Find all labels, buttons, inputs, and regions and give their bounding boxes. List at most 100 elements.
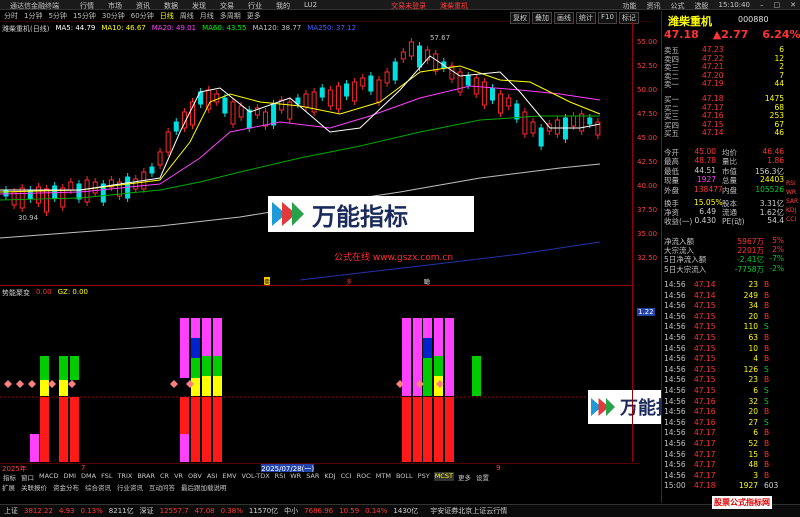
menu-item[interactable]: 功能 bbox=[623, 1, 637, 11]
indicator-tab[interactable]: KDJ bbox=[323, 472, 336, 481]
side-tab[interactable]: SAR bbox=[786, 198, 800, 205]
period-item[interactable]: 分时 bbox=[4, 11, 18, 21]
menu-item[interactable]: 选股 bbox=[695, 1, 709, 11]
tick-row[interactable]: 15:00 47.18 1927 603 bbox=[664, 481, 784, 490]
tick-row[interactable]: 14:56 47.16 27 S bbox=[664, 418, 784, 427]
tick-row[interactable]: 14:56 47.15 4 B bbox=[664, 354, 784, 363]
indicator-tab[interactable]: 指标 bbox=[2, 472, 17, 482]
minimize-icon[interactable]: – bbox=[760, 1, 764, 11]
bottom-tab[interactable]: 最后跟加载说明 bbox=[181, 482, 227, 492]
tick-row[interactable]: 14:56 47.15 34 B bbox=[664, 301, 784, 310]
ask-row[interactable]: 卖一 47.19 44 bbox=[664, 79, 784, 89]
menu-item[interactable]: 交易 bbox=[220, 1, 234, 11]
stock-tab[interactable]: 潍柴重机 bbox=[440, 1, 468, 11]
indicator-tab[interactable]: FSL bbox=[100, 472, 113, 481]
menu-item[interactable]: LU2 bbox=[304, 1, 317, 11]
indicator-tab-selected[interactable]: MCST bbox=[433, 472, 454, 481]
indicator-tab[interactable]: BRAR bbox=[136, 472, 156, 481]
menu-item[interactable]: 我的 bbox=[276, 1, 290, 11]
period-item[interactable]: 多周期 bbox=[220, 11, 241, 21]
tick-row[interactable]: 14:56 47.15 6 S bbox=[664, 386, 784, 395]
indicator-tab[interactable]: DMI bbox=[62, 472, 77, 481]
tick-row[interactable]: 14:56 47.15 23 B bbox=[664, 375, 784, 384]
indicator-tab[interactable]: OBV bbox=[187, 472, 203, 481]
indicator-tab[interactable]: 更多 bbox=[457, 472, 472, 482]
bottom-tab[interactable]: 互动问答 bbox=[149, 482, 175, 492]
indicator-tab[interactable]: MACD bbox=[38, 472, 59, 481]
indicator-tab[interactable]: ASI bbox=[206, 472, 219, 481]
tick-row[interactable]: 14:56 47.14 249 B bbox=[664, 291, 784, 300]
indicator-tab[interactable]: CCI bbox=[340, 472, 353, 481]
indicator-tab[interactable]: 窗口 bbox=[20, 472, 35, 482]
bottom-tab[interactable]: 扩展 bbox=[2, 482, 15, 492]
tick-row[interactable]: 14:56 47.16 32 S bbox=[664, 397, 784, 406]
indicator-tab[interactable]: VR bbox=[173, 472, 184, 481]
menu-item[interactable]: 发现 bbox=[192, 1, 206, 11]
tool-button[interactable]: 复权 bbox=[510, 12, 530, 24]
tick-row[interactable]: 14:56 47.17 15 B bbox=[664, 450, 784, 459]
side-tab[interactable]: RSI bbox=[786, 180, 800, 187]
login-alert[interactable]: 交易未登录 bbox=[391, 1, 426, 11]
tool-button[interactable]: 画线 bbox=[554, 12, 574, 24]
side-tab[interactable]: WR bbox=[786, 189, 800, 196]
tick-row[interactable]: 14:56 47.17 48 B bbox=[664, 460, 784, 469]
bottom-tab[interactable]: 关联报价 bbox=[21, 482, 47, 492]
indicator-tab[interactable]: BOLL bbox=[395, 472, 414, 481]
tool-button[interactable]: F10 bbox=[598, 12, 617, 24]
menu-item[interactable]: 资讯 bbox=[136, 1, 150, 11]
indicator-tab[interactable]: TRIX bbox=[116, 472, 133, 481]
indicator-tab[interactable]: EMV bbox=[221, 472, 237, 481]
bid-row[interactable]: 买五 47.14 46 bbox=[664, 128, 784, 138]
indicator-tab[interactable]: SAR bbox=[305, 472, 320, 481]
tick-row[interactable]: 14:56 47.15 110 S bbox=[664, 322, 784, 331]
tick-row[interactable]: 14:56 47.15 126 S bbox=[664, 365, 784, 374]
indicator-tab[interactable]: PSY bbox=[417, 472, 431, 481]
tool-button[interactable]: 统计 bbox=[576, 12, 596, 24]
menu-item[interactable]: 资讯 bbox=[647, 1, 661, 11]
tick-row[interactable]: 14:56 47.14 23 B bbox=[664, 280, 784, 289]
period-item[interactable]: 月线 bbox=[200, 11, 214, 21]
menu-item[interactable]: 行情 bbox=[80, 1, 94, 11]
tick-row[interactable]: 14:56 47.17 6 B bbox=[664, 428, 784, 437]
indicator-tab[interactable]: CR bbox=[159, 472, 170, 481]
index-label[interactable]: 中小 bbox=[284, 506, 298, 516]
period-item[interactable]: 15分钟 bbox=[73, 11, 96, 21]
side-tab[interactable]: CCI bbox=[786, 216, 800, 223]
bottom-tab[interactable]: 行业资讯 bbox=[117, 482, 143, 492]
menu-item[interactable]: 公式 bbox=[671, 1, 685, 11]
close-icon[interactable]: ✕ bbox=[790, 1, 796, 11]
indicator-tab[interactable]: 设置 bbox=[475, 472, 490, 482]
index-label[interactable]: 上证 bbox=[4, 506, 18, 516]
indicator-chart[interactable] bbox=[0, 300, 632, 462]
indicator-name[interactable]: 势能聚变 bbox=[2, 288, 30, 298]
tool-button[interactable]: 叠加 bbox=[532, 12, 552, 24]
bottom-tab[interactable]: 资金分布 bbox=[53, 482, 79, 492]
menu-item[interactable]: 市场 bbox=[108, 1, 122, 11]
indicator-tab[interactable]: RSI bbox=[274, 472, 287, 481]
index-label[interactable]: 深证 bbox=[140, 506, 154, 516]
period-item-active[interactable]: 日线 bbox=[160, 11, 174, 21]
tick-row[interactable]: 14:56 47.16 20 B bbox=[664, 407, 784, 416]
period-item[interactable]: 周线 bbox=[180, 11, 194, 21]
tick-row[interactable]: 14:56 47.17 3 B bbox=[664, 471, 784, 480]
side-tab[interactable]: KDJ bbox=[786, 207, 800, 214]
tick-row[interactable]: 14:56 47.15 63 B bbox=[664, 333, 784, 342]
indicator-tab[interactable]: WR bbox=[289, 472, 302, 481]
menu-item[interactable]: 数据 bbox=[164, 1, 178, 11]
bottom-tab[interactable]: 综合资讯 bbox=[85, 482, 111, 492]
indicator-tab[interactable]: MTM bbox=[375, 472, 392, 481]
kline-chart[interactable] bbox=[0, 32, 632, 284]
indicator-tab[interactable]: DMA bbox=[80, 472, 97, 481]
period-item[interactable]: 5分钟 bbox=[48, 11, 66, 21]
maximize-icon[interactable]: □ bbox=[774, 1, 781, 11]
tick-row[interactable]: 14:56 47.15 20 B bbox=[664, 312, 784, 321]
period-item[interactable]: 更多 bbox=[247, 11, 261, 21]
indicator-tab[interactable]: ROC bbox=[356, 472, 372, 481]
period-item[interactable]: 1分钟 bbox=[24, 11, 42, 21]
period-item[interactable]: 30分钟 bbox=[102, 11, 125, 21]
period-item[interactable]: 60分钟 bbox=[131, 11, 154, 21]
tick-row[interactable]: 14:56 47.17 52 B bbox=[664, 439, 784, 448]
indicator-tab[interactable]: VOL-TDX bbox=[241, 472, 271, 481]
menu-item[interactable]: 行业 bbox=[248, 1, 262, 11]
tick-row[interactable]: 14:56 47.15 10 B bbox=[664, 344, 784, 353]
